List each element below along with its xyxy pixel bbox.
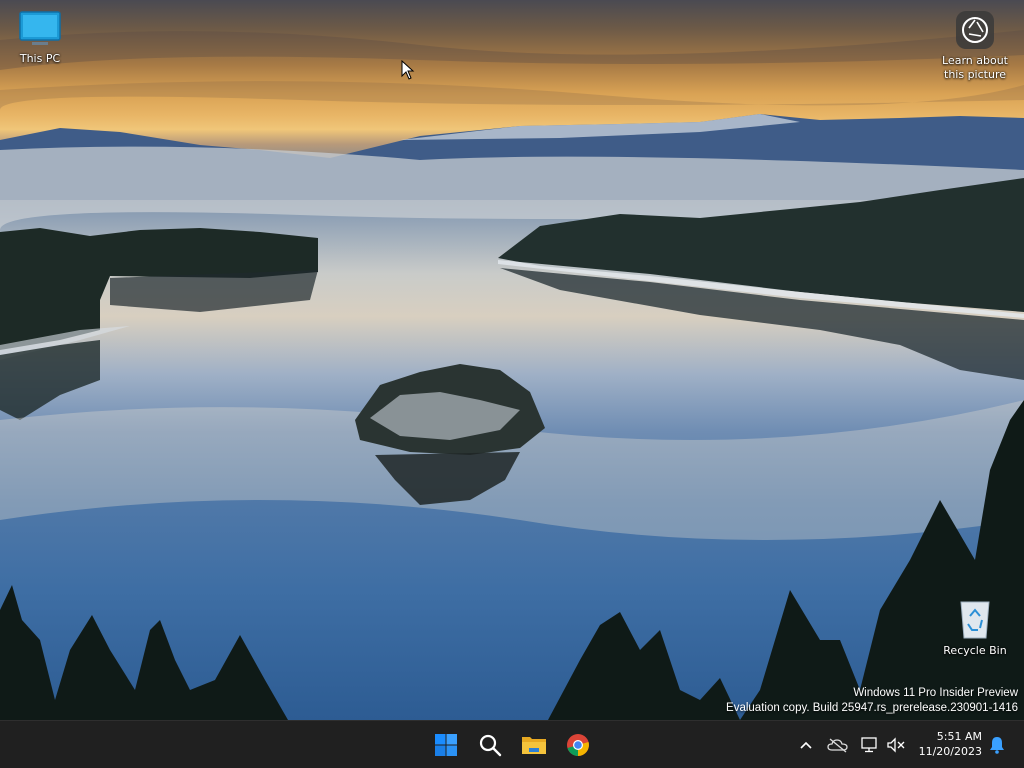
search-button[interactable] [470, 725, 510, 765]
camera-circle-icon [956, 11, 994, 49]
file-explorer-button[interactable] [514, 725, 554, 765]
volume-muted-icon [887, 737, 905, 753]
chevron-up-icon [800, 741, 812, 749]
recycle-bin-icon [960, 601, 990, 639]
clock-date: 11/20/2023 [918, 745, 982, 758]
monitor-icon [19, 11, 61, 45]
start-button[interactable] [426, 725, 466, 765]
folder-icon [522, 737, 546, 754]
show-hidden-icons-button[interactable] [794, 733, 818, 757]
onedrive-tray-button[interactable] [826, 733, 850, 757]
volume-tray-button[interactable] [884, 733, 908, 757]
network-icon [861, 737, 877, 753]
learn-about-picture-shortcut[interactable]: Learn about this picture [934, 10, 1016, 82]
watermark-line-2: Evaluation copy. Build 25947.rs_prerelea… [726, 702, 1018, 714]
chrome-button[interactable] [558, 725, 598, 765]
clock-time: 5:51 AM [936, 730, 982, 743]
wallpaper-scene [0, 30, 1024, 720]
network-tray-button[interactable] [858, 733, 882, 757]
build-watermark: Windows 11 Pro Insider Preview Evaluatio… [726, 686, 1018, 716]
learn-about-picture-label: Learn about this picture [942, 54, 1008, 81]
watermark-line-1: Windows 11 Pro Insider Preview [853, 687, 1018, 699]
recycle-bin-shortcut[interactable]: Recycle Bin [935, 598, 1015, 658]
this-pc-label: This PC [19, 52, 61, 65]
notification-center-button[interactable] [986, 733, 1008, 757]
chrome-icon [567, 734, 589, 756]
onedrive-off-icon [827, 738, 848, 753]
search-icon [479, 734, 502, 757]
recycle-bin-label: Recycle Bin [943, 644, 1007, 657]
this-pc-icon-shortcut[interactable]: This PC [0, 10, 80, 66]
windows-logo-icon [435, 734, 457, 756]
taskbar: 5:51 AM 11/20/2023 [0, 720, 1024, 768]
bell-icon [990, 737, 1004, 754]
mouse-cursor-icon [401, 59, 415, 84]
taskbar-clock[interactable]: 5:51 AM 11/20/2023 [908, 729, 982, 761]
desktop-wallpaper [0, 0, 1024, 720]
